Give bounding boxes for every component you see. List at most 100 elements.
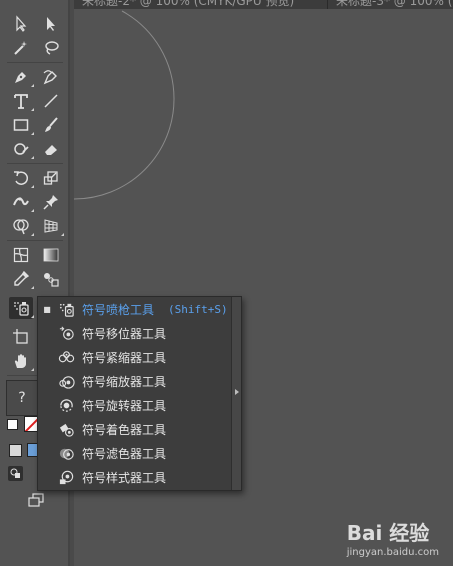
hand-tool[interactable]	[9, 350, 34, 372]
selected-bullet-icon: ■	[43, 304, 51, 314]
blend-icon	[44, 273, 59, 287]
type-tool[interactable]	[9, 90, 34, 112]
symbol-shifter-icon	[56, 324, 76, 342]
submenu-indicator	[31, 286, 34, 289]
menu-item-label: 符号缩放器工具	[82, 374, 167, 389]
menu-item-symbol-scruncher[interactable]: 符号紧缩器工具	[38, 345, 232, 369]
tab-separator	[327, 0, 328, 9]
selection-arrow-icon	[16, 15, 27, 32]
magic-wand-tool[interactable]	[9, 37, 33, 59]
artboard-tool[interactable]	[9, 326, 33, 348]
menu-item-label: 符号旋转器工具	[82, 398, 167, 413]
eraser-tool[interactable]	[39, 138, 63, 160]
hand-icon	[14, 354, 26, 368]
submenu-indicator	[31, 185, 34, 188]
menu-item-label: 符号滤色器工具	[82, 446, 167, 461]
curvature-tool[interactable]	[39, 66, 63, 88]
symbol-stainer-icon	[56, 420, 76, 438]
gradient-tool[interactable]	[39, 244, 63, 266]
menu-item-symbol-stainer[interactable]: 符号着色器工具	[38, 417, 232, 441]
toolbar-divider	[7, 163, 63, 164]
shaper-icon	[14, 143, 29, 155]
submenu-indicator	[31, 84, 34, 87]
draw-normal-button[interactable]	[8, 466, 23, 481]
submenu-indicator	[31, 233, 34, 236]
menu-item-shortcut: (Shift+S)	[168, 302, 228, 316]
menu-item-symbol-sprayer[interactable]: ■ 符号喷枪工具 (Shift+S)	[38, 297, 232, 321]
eraser-icon	[45, 145, 57, 155]
blend-tool[interactable]	[39, 268, 63, 290]
paintbrush-tool[interactable]	[39, 114, 63, 136]
scale-tool[interactable]	[39, 167, 63, 189]
magic-wand-icon	[14, 41, 27, 55]
tab-document-2[interactable]: 未标题-2* @ 100% (CMYK/GPU 预览)	[82, 0, 294, 9]
screen-mode-button[interactable]	[24, 489, 48, 511]
color-mode-button[interactable]	[9, 444, 22, 457]
rotate-icon	[14, 171, 29, 185]
mesh-icon	[13, 247, 29, 263]
screen-mode-icon	[28, 493, 44, 507]
submenu-indicator	[31, 132, 34, 135]
menu-item-symbol-styler[interactable]: 符号样式器工具	[38, 465, 232, 489]
menu-item-label: 符号紧缩器工具	[82, 350, 167, 365]
line-icon	[44, 94, 58, 108]
line-segment-tool[interactable]	[39, 90, 63, 112]
draw-normal-icon	[10, 468, 20, 478]
submenu-indicator	[31, 108, 34, 111]
submenu-indicator	[31, 315, 34, 318]
perspective-grid-tool[interactable]	[39, 215, 64, 237]
edit-toolbar-button[interactable]: ?	[6, 380, 38, 416]
tab-document-3[interactable]: 未标题-3* @ 100% (	[336, 0, 452, 9]
symbol-screener-icon	[56, 444, 76, 462]
question-icon: ?	[18, 390, 26, 406]
mesh-tool[interactable]	[9, 244, 33, 266]
lasso-icon	[45, 41, 59, 55]
menu-item-label: 符号喷枪工具	[82, 302, 155, 317]
menu-item-label: 符号着色器工具	[82, 422, 167, 437]
pushpin-icon	[43, 195, 58, 210]
symbol-tools-flyout-menu: ■ 符号喷枪工具 (Shift+S) 符号移位器工具 符号紧缩器工具 符号缩放器…	[37, 296, 242, 491]
menu-item-symbol-shifter[interactable]: 符号移位器工具	[38, 321, 232, 345]
direct-selection-arrow-icon	[47, 17, 55, 31]
symbol-sprayer-icon	[14, 302, 29, 316]
lasso-tool[interactable]	[39, 37, 63, 59]
puppet-warp-tool[interactable]	[39, 191, 63, 213]
illustrator-window: 未标题-2* @ 100% (CMYK/GPU 预览) 未标题-3* @ 100…	[0, 0, 453, 566]
default-fill-stroke-icon[interactable]	[7, 419, 18, 430]
eyedropper-tool[interactable]	[9, 268, 34, 290]
shaper-tool[interactable]	[9, 138, 34, 160]
symbol-sprayer-icon	[56, 300, 76, 318]
watermark-logo: Bai 经验	[346, 521, 430, 545]
direct-selection-tool[interactable]	[39, 13, 63, 35]
submenu-indicator	[31, 368, 34, 371]
menu-item-symbol-screener[interactable]: 符号滤色器工具	[38, 441, 232, 465]
scale-icon	[43, 171, 58, 185]
width-tool[interactable]	[9, 191, 34, 213]
watermark-url: jingyan.baidu.com	[346, 547, 439, 558]
toolbar-divider	[7, 240, 63, 241]
pen-nib-icon	[15, 72, 26, 83]
rotate-tool[interactable]	[9, 167, 34, 189]
symbol-sprayer-tool[interactable]	[9, 297, 34, 319]
shape-builder-tool[interactable]	[9, 215, 34, 237]
pen-tool[interactable]	[9, 66, 34, 88]
shape-builder-icon	[13, 219, 29, 235]
menu-item-label: 符号移位器工具	[82, 326, 167, 341]
menu-item-symbol-sizer[interactable]: 符号缩放器工具	[38, 369, 232, 393]
symbol-scruncher-icon	[56, 348, 76, 366]
width-icon	[13, 197, 29, 206]
baidu-jingyan-watermark: Bai 经验 jingyan.baidu.com	[347, 517, 439, 558]
document-tab-bar: 未标题-2* @ 100% (CMYK/GPU 预览) 未标题-3* @ 100…	[74, 0, 453, 9]
toolbar-divider	[7, 62, 63, 63]
artboard-icon	[13, 329, 28, 344]
menu-item-symbol-spinner[interactable]: 符号旋转器工具	[38, 393, 232, 417]
curvature-pen-icon	[43, 70, 57, 85]
rectangle-tool[interactable]	[9, 114, 34, 136]
paintbrush-icon	[45, 117, 58, 132]
perspective-grid-icon	[44, 219, 58, 233]
menu-item-label: 符号样式器工具	[82, 470, 167, 485]
submenu-indicator	[61, 233, 64, 236]
tearoff-strip[interactable]	[231, 297, 241, 490]
selection-tool[interactable]	[9, 13, 33, 35]
symbol-sizer-icon	[56, 372, 76, 390]
